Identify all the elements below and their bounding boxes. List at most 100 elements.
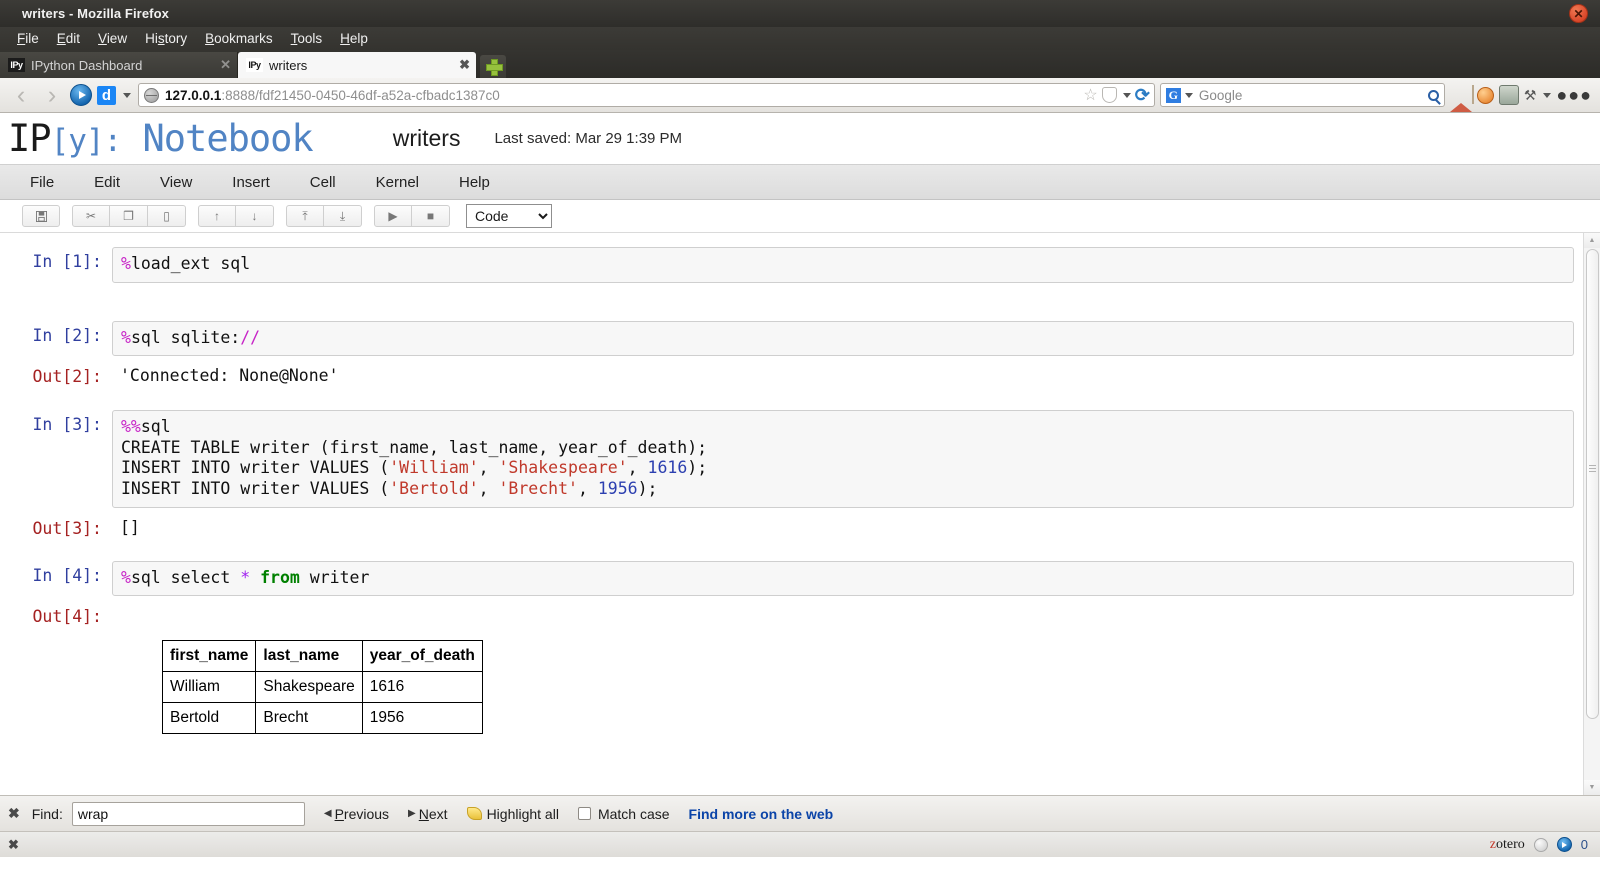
nb-menu-help[interactable]: Help <box>439 170 510 195</box>
menu-edit[interactable]: Edit <box>48 30 89 47</box>
find-bar: ✖ Find: ◀Previous ▶Next Highlight all Ma… <box>0 795 1600 831</box>
move-cell-down-button[interactable]: ↓ <box>236 205 274 227</box>
cut-button[interactable]: ✂ <box>72 205 110 227</box>
copy-icon: ❐ <box>123 209 134 223</box>
menu-history[interactable]: History <box>136 30 196 47</box>
nb-menu-edit[interactable]: Edit <box>74 170 140 195</box>
tab-close-icon[interactable]: ✕ <box>220 57 231 73</box>
menu-view[interactable]: View <box>89 30 136 47</box>
code-token: sql select <box>130 567 241 587</box>
find-label: Find: <box>31 805 63 822</box>
nb-menu-cell[interactable]: Cell <box>290 170 356 195</box>
back-button[interactable]: ‹ <box>8 82 34 108</box>
paste-button[interactable]: ▯ <box>148 205 186 227</box>
chevron-down-icon[interactable] <box>1543 92 1552 98</box>
toolbar-group-save <box>22 205 60 227</box>
shield-icon[interactable] <box>1101 87 1117 103</box>
nb-menu-kernel[interactable]: Kernel <box>356 170 439 195</box>
menu-help[interactable]: Help <box>331 30 377 47</box>
input-prompt: In [2]: <box>32 325 102 345</box>
scroll-up-arrow-icon[interactable]: ▲ <box>1584 233 1600 248</box>
status-play-circle-icon[interactable] <box>1556 837 1572 852</box>
checkbox-icon[interactable] <box>577 807 591 820</box>
scrollbar-grip-icon <box>1589 465 1596 472</box>
code-input-area[interactable]: %%sql CREATE TABLE writer (first_name, l… <box>112 410 1574 508</box>
toolbar-group-run: ▶ ■ <box>374 205 450 227</box>
notebook-name[interactable]: writers <box>393 125 461 152</box>
code-token: sql sqlite: <box>130 327 241 347</box>
nb-menu-view[interactable]: View <box>140 170 212 195</box>
url-bar[interactable]: 127.0.0.1 :8888/fdf21450-0450-46df-a52a-… <box>138 83 1155 107</box>
save-button[interactable] <box>22 205 60 227</box>
notebook-menubar: File Edit View Insert Cell Kernel Help <box>0 165 1600 200</box>
move-cell-up-button[interactable]: ↑ <box>198 205 236 227</box>
match-case-checkbox[interactable]: Match case <box>577 806 670 822</box>
status-gray-circle-icon[interactable] <box>1533 837 1548 852</box>
vertical-scrollbar[interactable]: ▲ ▼ <box>1583 233 1600 795</box>
find-previous-button[interactable]: ◀ Previous <box>324 806 389 822</box>
search-bar[interactable]: G Google <box>1159 83 1445 107</box>
search-icon[interactable] <box>1427 89 1439 101</box>
code-token: ); <box>637 478 658 498</box>
notebook-cell: In [1]: %load_ext sql <box>0 247 1600 283</box>
ipython-logo[interactable]: IP[y]: Notebook <box>8 117 314 160</box>
wrench-icon[interactable]: ⚒ <box>1524 87 1537 104</box>
menu-bookmarks[interactable]: Bookmarks <box>196 30 282 47</box>
smiley-icon[interactable] <box>1476 86 1494 104</box>
forward-button[interactable]: › <box>39 82 65 108</box>
bookmark-star-icon[interactable]: ☆ <box>1083 85 1097 105</box>
home-icon[interactable] <box>1449 85 1474 112</box>
scroll-down-arrow-icon[interactable]: ▼ <box>1584 780 1600 795</box>
find-next-button[interactable]: ▶ Next <box>408 806 448 822</box>
chevron-down-icon[interactable] <box>1184 92 1193 98</box>
ipython-header: IP[y]: Notebook writers Last saved: Mar … <box>0 113 1600 165</box>
interrupt-kernel-button[interactable]: ■ <box>412 205 450 227</box>
code-input-area[interactable]: %sql sqlite:// <box>112 320 1574 357</box>
notebook-output: Out[4]: first_name last_name year_of_dea… <box>0 602 1600 772</box>
table-row: William Shakespeare 1616 <box>161 671 483 704</box>
tab-ipython-dashboard[interactable]: IPy IPython Dashboard ✕ <box>0 52 238 78</box>
notebook-output: Out[2]: 'Connected: None@None' <box>0 362 1600 386</box>
table-header-row: first_name last_name year_of_death <box>161 640 483 673</box>
find-input[interactable] <box>71 801 305 826</box>
tab-close-icon[interactable]: ✖ <box>459 57 470 73</box>
menu-file[interactable]: File <box>8 30 48 47</box>
menu-tools[interactable]: Tools <box>282 30 332 47</box>
tab-writers[interactable]: IPy writers ✖ <box>238 52 476 78</box>
arrow-to-bottom-icon: ⤓ <box>339 208 346 223</box>
highlight-all-button[interactable]: Highlight all <box>466 806 559 822</box>
run-cell-button[interactable]: ▶ <box>374 205 412 227</box>
browser-menubar: File Edit View History Bookmarks Tools H… <box>0 27 1600 50</box>
evernote-icon[interactable] <box>1498 85 1519 105</box>
code-input-area[interactable]: %load_ext sql <box>112 247 1574 283</box>
arrow-up-icon: ↑ <box>214 209 220 223</box>
scrollbar-thumb[interactable] <box>1586 249 1599 719</box>
window-close-button[interactable]: ✕ <box>1569 4 1588 23</box>
insert-cell-above-button[interactable]: ⤒ <box>286 205 324 227</box>
cell-type-select[interactable]: Code Markdown Raw Text Heading 1 Heading… <box>466 204 552 228</box>
new-tab-button[interactable] <box>480 55 506 78</box>
code-token: %% <box>121 417 141 437</box>
find-close-icon[interactable]: ✖ <box>8 805 20 822</box>
insert-cell-below-button[interactable]: ⤓ <box>324 205 362 227</box>
chevron-down-icon[interactable] <box>1122 92 1131 98</box>
status-close-icon[interactable]: ✖ <box>8 837 19 853</box>
logo-ip: IP <box>8 117 52 160</box>
overflow-menu-icon[interactable]: ●●● <box>1556 86 1592 104</box>
code-input-area[interactable]: %sql select * from writer <box>112 560 1574 597</box>
nb-menu-insert[interactable]: Insert <box>212 170 290 195</box>
play-icon[interactable] <box>70 84 92 106</box>
reload-icon[interactable]: ⟳ <box>1135 86 1150 104</box>
browser-tabbar: IPy IPython Dashboard ✕ IPy writers ✖ <box>0 50 1600 78</box>
code-token: writer <box>299 567 370 587</box>
downloads-d-icon[interactable]: d <box>97 85 116 105</box>
status-bar: ✖ zotero 0 <box>0 831 1600 857</box>
table-cell: Bertold <box>161 702 257 735</box>
nb-menu-file[interactable]: File <box>10 170 74 195</box>
output-prompt: Out[4]: <box>32 607 102 627</box>
find-more-on-web-link[interactable]: Find more on the web <box>689 806 834 822</box>
chevron-down-icon[interactable] <box>123 92 131 98</box>
zotero-logo[interactable]: zotero <box>1490 837 1525 853</box>
zotero-rest: otero <box>1496 836 1525 852</box>
copy-button[interactable]: ❐ <box>110 205 148 227</box>
